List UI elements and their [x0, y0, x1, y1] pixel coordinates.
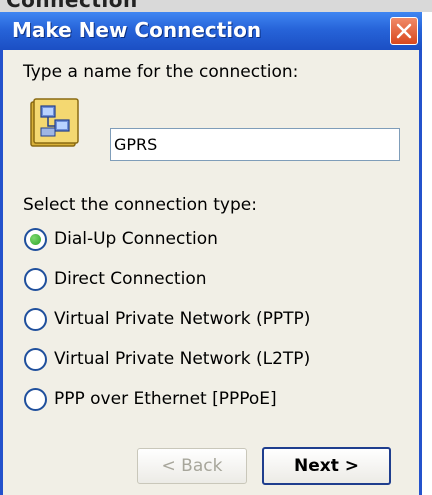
type-prompt-label: Select the connection type:: [23, 195, 257, 215]
next-button[interactable]: Next >: [262, 447, 391, 485]
radio-label: Direct Connection: [54, 269, 207, 289]
radio-button[interactable]: [24, 388, 47, 411]
radio-label: PPP over Ethernet [PPPoE]: [54, 389, 277, 409]
network-connection-icon: [30, 98, 79, 147]
radio-label: Virtual Private Network (L2TP): [54, 349, 311, 369]
dialog-title: Make New Connection: [12, 18, 262, 42]
radio-button[interactable]: [24, 308, 47, 331]
close-button[interactable]: [390, 17, 418, 45]
back-button-label: < Back: [161, 456, 223, 476]
radio-button[interactable]: [24, 268, 47, 291]
radio-button[interactable]: [24, 348, 47, 371]
dialog-titlebar[interactable]: Make New Connection: [0, 12, 422, 50]
radio-label: Dial-Up Connection: [54, 229, 218, 249]
background-window-title: Connection: [6, 0, 138, 12]
make-new-connection-dialog: Make New Connection Type a name for the …: [0, 12, 422, 495]
close-icon: [396, 23, 412, 39]
back-button[interactable]: < Back: [137, 448, 247, 484]
background-window-strip: Connection: [0, 0, 432, 12]
radio-button-selected[interactable]: [24, 228, 47, 251]
name-prompt-label: Type a name for the connection:: [23, 62, 299, 82]
radio-label: Virtual Private Network (PPTP): [54, 309, 311, 329]
connection-name-input[interactable]: [110, 128, 400, 161]
next-button-label: Next >: [293, 456, 359, 476]
